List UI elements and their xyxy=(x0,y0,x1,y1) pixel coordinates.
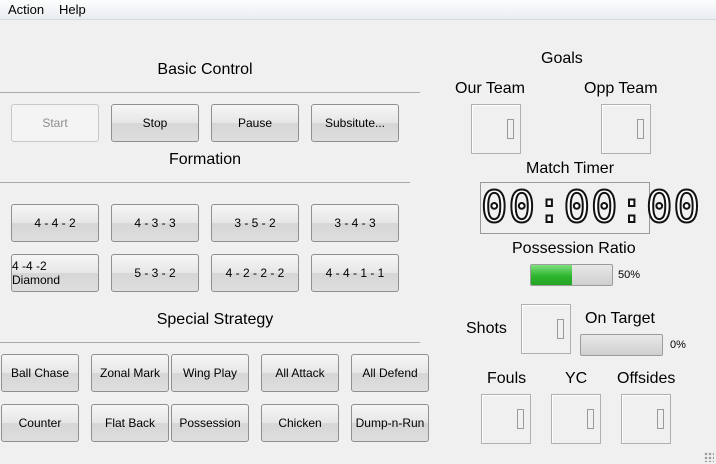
special-strategy-divider xyxy=(0,342,420,343)
basic-control-divider xyxy=(0,92,420,93)
shots-display xyxy=(521,304,571,354)
basic-control-title: Basic Control xyxy=(157,61,253,78)
lcd-digit xyxy=(637,119,644,139)
offsides-label: Offsides xyxy=(617,370,676,387)
shots-label: Shots xyxy=(466,320,507,337)
resize-grip[interactable] xyxy=(704,452,714,462)
special-strategy-title: Special Strategy xyxy=(156,311,274,328)
match-timer-value: 00:00:00 xyxy=(480,182,701,234)
lcd-digit xyxy=(557,319,564,339)
possession-progress-bar xyxy=(530,264,613,286)
chicken-button[interactable]: Chicken xyxy=(261,404,339,442)
flat-back-button[interactable]: Flat Back xyxy=(91,404,169,442)
on-target-progress-bar xyxy=(580,334,663,356)
start-button[interactable]: Start xyxy=(11,104,99,142)
menu-help[interactable]: Help xyxy=(55,2,90,17)
possession-progress-fill xyxy=(531,265,572,285)
fouls-label: Fouls xyxy=(487,370,527,387)
match-timer-display: 00:00:00 xyxy=(480,182,701,234)
formation-divider xyxy=(0,182,410,183)
menu-bar: Action Help xyxy=(0,0,716,20)
opp-team-label: Opp Team xyxy=(584,80,658,97)
formation-4-3-3-button[interactable]: 4 - 3 - 3 xyxy=(111,204,199,242)
yc-label: YC xyxy=(565,370,588,387)
possession-percent: 50% xyxy=(618,269,641,281)
on-target-label: On Target xyxy=(585,310,655,327)
lcd-digit xyxy=(507,119,514,139)
offsides-display xyxy=(621,394,671,444)
pause-button[interactable]: Pause xyxy=(211,104,299,142)
all-attack-button[interactable]: All Attack xyxy=(261,354,339,392)
ball-chase-button[interactable]: Ball Chase xyxy=(1,354,79,392)
possession-ratio-label: Possession Ratio xyxy=(512,240,636,257)
yc-display xyxy=(551,394,601,444)
dump-n-run-button[interactable]: Dump-n-Run xyxy=(351,404,429,442)
formation-4-2-2-2-button[interactable]: 4 - 2 - 2 - 2 xyxy=(211,254,299,292)
lcd-digit xyxy=(657,409,664,429)
lcd-digit xyxy=(587,409,594,429)
formation-3-5-2-button[interactable]: 3 - 5 - 2 xyxy=(211,204,299,242)
counter-button[interactable]: Counter xyxy=(1,404,79,442)
our-team-label: Our Team xyxy=(455,80,525,97)
formation-4-4-1-1-button[interactable]: 4 - 4 - 1 - 1 xyxy=(311,254,399,292)
menu-action[interactable]: Action xyxy=(4,2,48,17)
lcd-digit xyxy=(517,409,524,429)
match-timer-label: Match Timer xyxy=(526,160,615,177)
formation-5-3-2-button[interactable]: 5 - 3 - 2 xyxy=(111,254,199,292)
stop-button[interactable]: Stop xyxy=(111,104,199,142)
formation-3-4-3-button[interactable]: 3 - 4 - 3 xyxy=(311,204,399,242)
our-team-goals-display xyxy=(471,104,521,154)
formation-title: Formation xyxy=(168,151,242,168)
formation-4-4-2-button[interactable]: 4 - 4 - 2 xyxy=(11,204,99,242)
fouls-display xyxy=(481,394,531,444)
formation-4-4-2-diamond-button[interactable]: 4 -4 -2 Diamond xyxy=(11,254,99,292)
opp-team-goals-display xyxy=(601,104,651,154)
on-target-percent: 0% xyxy=(670,339,686,351)
wing-play-button[interactable]: Wing Play xyxy=(171,354,249,392)
goals-title: Goals xyxy=(541,50,583,67)
substitute-button[interactable]: Subsitute... xyxy=(311,104,399,142)
all-defend-button[interactable]: All Defend xyxy=(351,354,429,392)
possession-button[interactable]: Possession xyxy=(171,404,249,442)
zonal-mark-button[interactable]: Zonal Mark xyxy=(91,354,169,392)
